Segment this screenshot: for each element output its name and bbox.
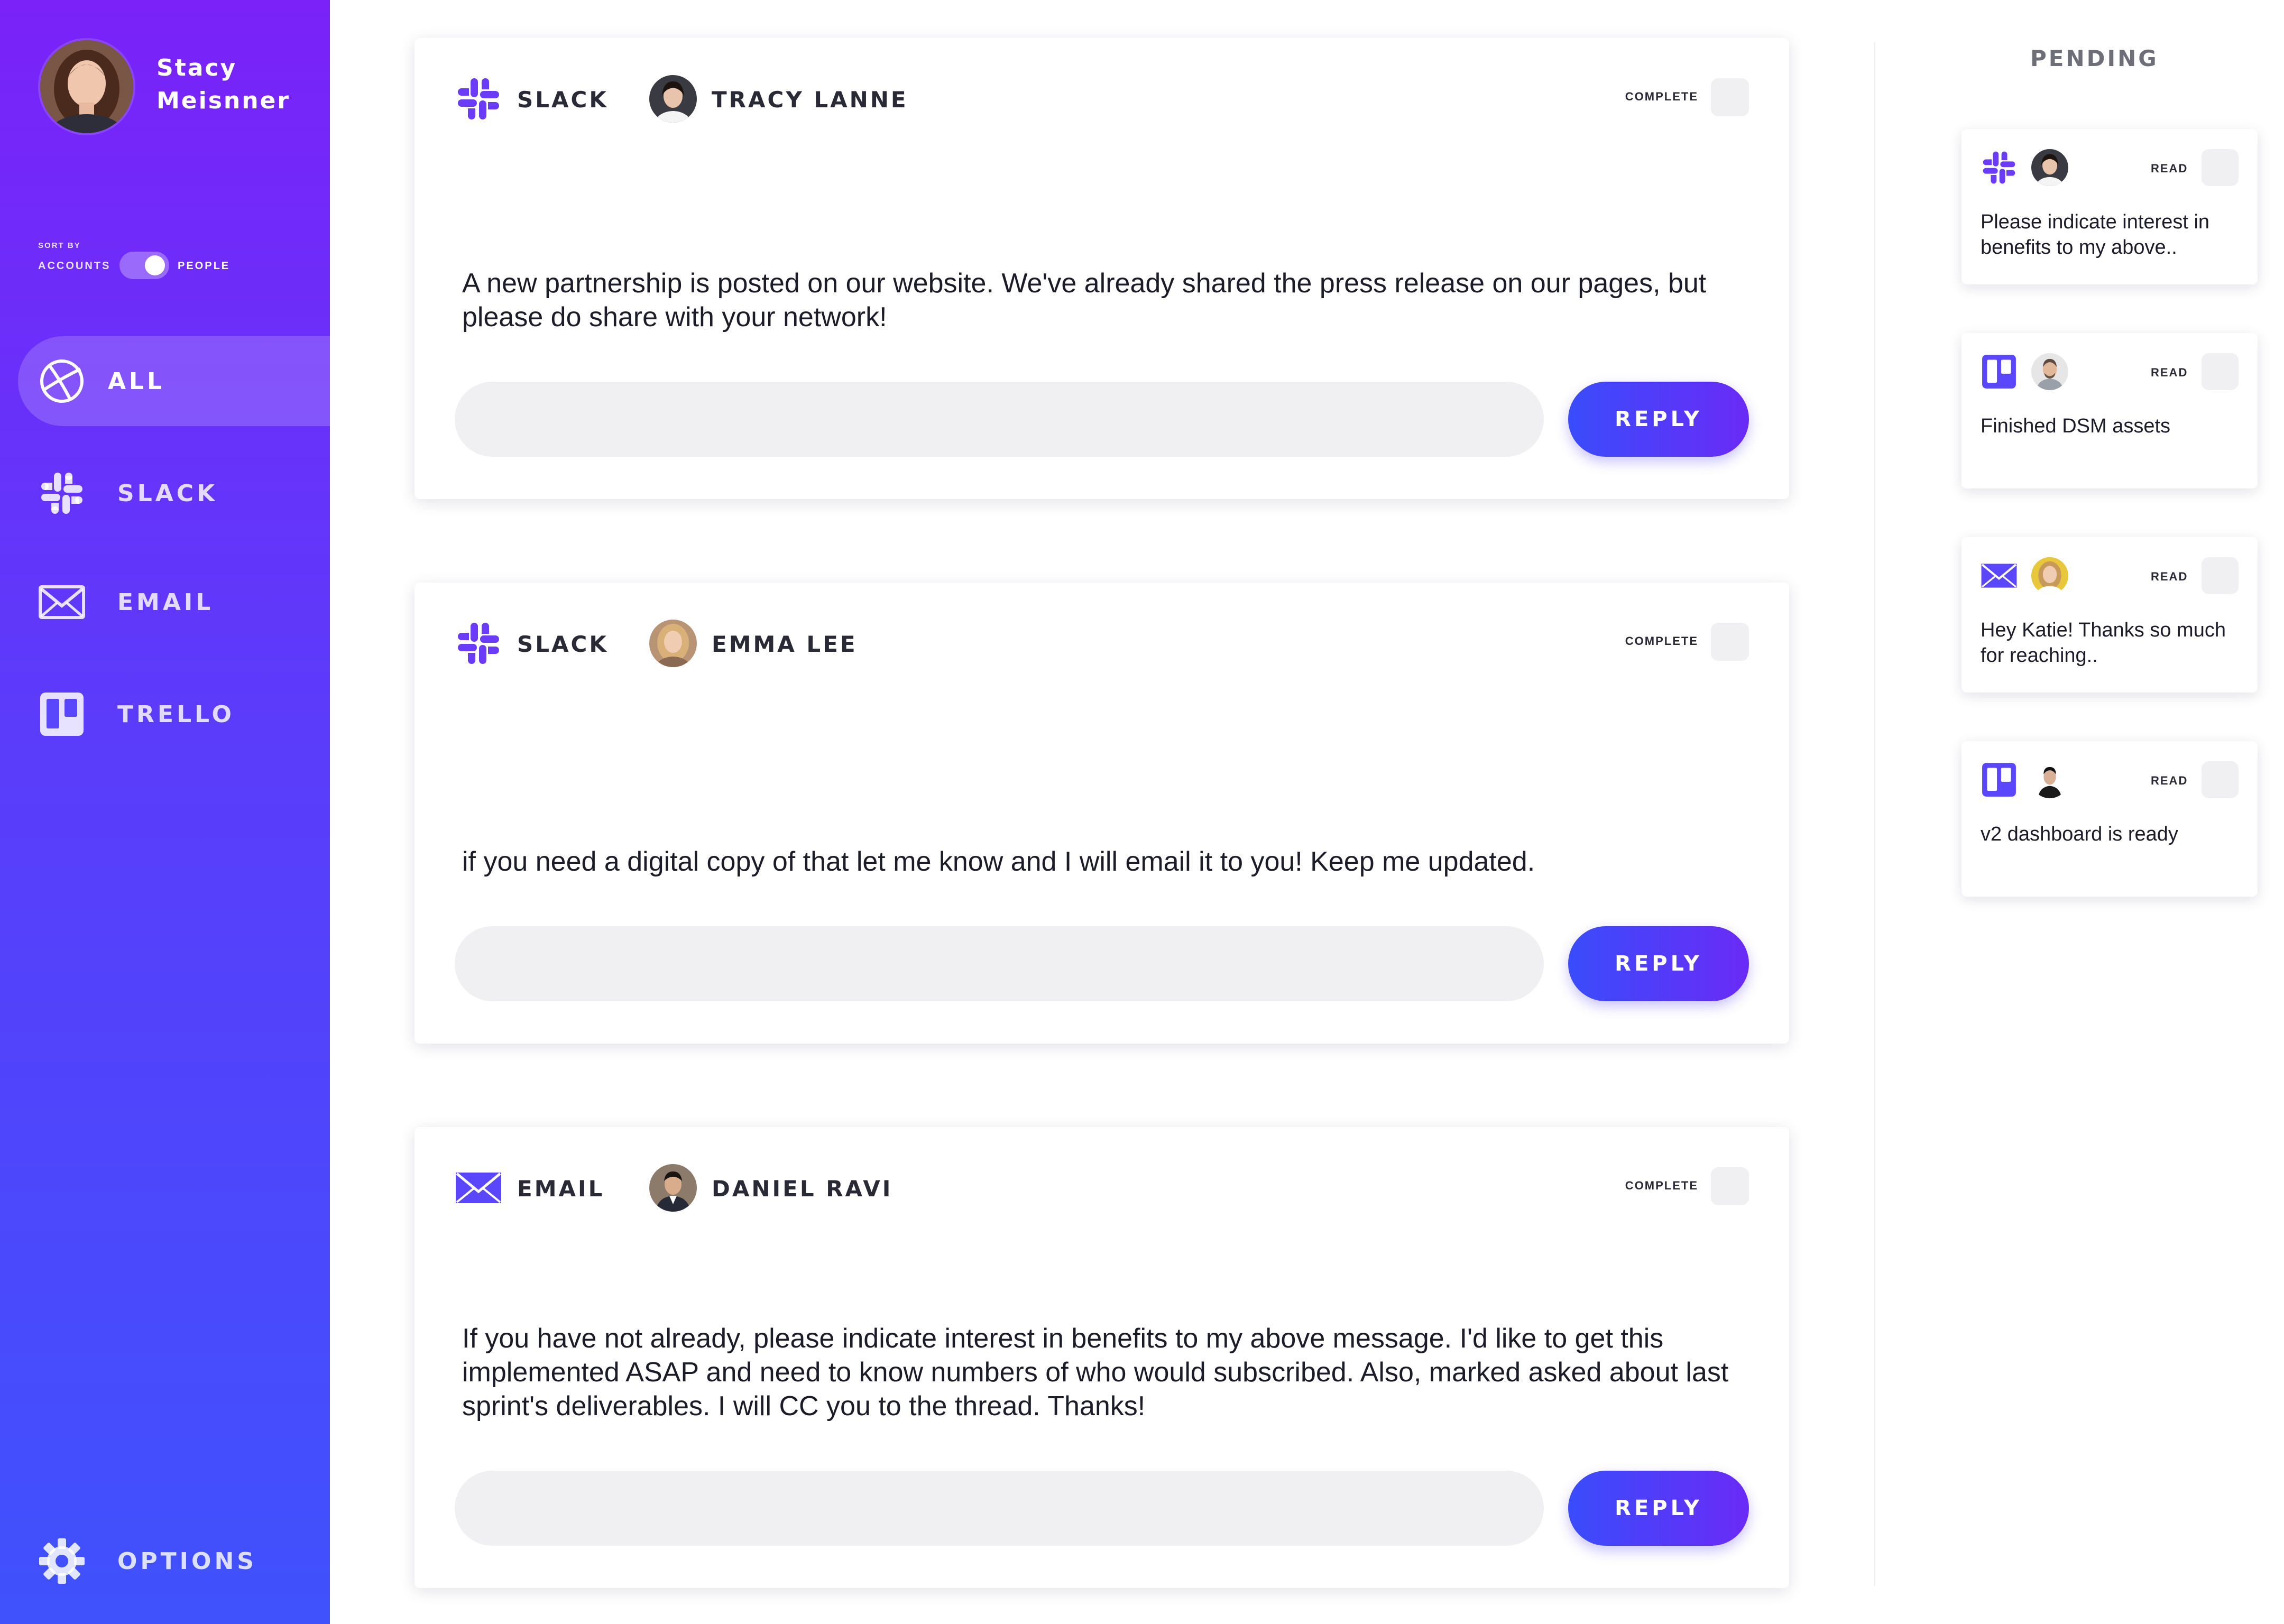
read-checkbox[interactable] bbox=[2202, 761, 2239, 798]
sender-avatar[interactable] bbox=[649, 1164, 697, 1212]
nav-item-trello[interactable]: TRELLO bbox=[18, 669, 330, 759]
reply-input[interactable] bbox=[455, 1471, 1544, 1546]
gear-icon bbox=[39, 1538, 85, 1584]
read-label: READ bbox=[2151, 366, 2188, 379]
complete-checkbox[interactable] bbox=[1711, 1167, 1749, 1205]
reply-button[interactable]: REPLY bbox=[1568, 382, 1749, 457]
man-avatar-icon bbox=[649, 1164, 697, 1212]
pending-card[interactable]: READ Finished DSM assets bbox=[1961, 333, 2258, 488]
woman-avatar-icon bbox=[2031, 557, 2068, 594]
profile-name: Stacy Meisnner bbox=[156, 54, 291, 114]
reply-input[interactable] bbox=[455, 382, 1544, 457]
pending-title: PENDING bbox=[2030, 45, 2159, 71]
nav-item-slack[interactable]: SLACK bbox=[18, 448, 330, 538]
sender-name: TRACY LANNE bbox=[712, 87, 908, 113]
woman-avatar-icon bbox=[40, 40, 133, 133]
pending-text: Please indicate interest in benefits to … bbox=[1981, 211, 2210, 259]
slack-icon bbox=[458, 623, 499, 664]
pending-card[interactable]: READ Please indicate interest in benefit… bbox=[1961, 129, 2258, 284]
message-card: SLACK EMMA LEE COMPLETE if you need a di… bbox=[415, 583, 1789, 1044]
sender-name: DANIEL RAVI bbox=[712, 1176, 893, 1202]
complete-label: COMPLETE bbox=[1625, 1179, 1698, 1192]
sort-toggle[interactable] bbox=[119, 252, 169, 279]
slack-icon bbox=[1983, 151, 2015, 184]
source-label: SLACK bbox=[517, 631, 609, 657]
sender-avatar[interactable] bbox=[649, 620, 697, 667]
complete-label: COMPLETE bbox=[1625, 634, 1698, 648]
sender-avatar bbox=[2031, 353, 2068, 390]
woman-avatar-icon bbox=[649, 75, 697, 123]
pending-divider bbox=[1874, 42, 1875, 1586]
envelope-icon bbox=[1981, 564, 2017, 588]
all-circle-icon bbox=[40, 359, 84, 403]
profile-avatar[interactable] bbox=[40, 40, 133, 133]
toggle-knob bbox=[145, 255, 165, 275]
sort-option-people[interactable]: PEOPLE bbox=[178, 260, 230, 272]
pending-text: Hey Katie! Thanks so much for reaching.. bbox=[1981, 619, 2226, 667]
sender-avatar[interactable] bbox=[649, 75, 697, 123]
woman-avatar-icon bbox=[2031, 149, 2068, 186]
read-label: READ bbox=[2151, 774, 2188, 787]
slack-icon bbox=[458, 78, 499, 119]
trello-icon bbox=[40, 693, 84, 736]
complete-label: COMPLETE bbox=[1625, 90, 1698, 103]
message-text: If you have not already, please indicate… bbox=[462, 1323, 1729, 1422]
slack-icon bbox=[41, 473, 82, 514]
woman-avatar-icon bbox=[649, 620, 697, 667]
reply-input[interactable] bbox=[455, 926, 1544, 1001]
message-card: SLACK TRACY LANNE COMPLETE A new partner… bbox=[415, 38, 1789, 499]
sidebar: Stacy Meisnner SORT BY ACCOUNTS PEOPLE A… bbox=[0, 0, 330, 1624]
nav-label-all: ALL bbox=[108, 367, 165, 395]
envelope-icon bbox=[456, 1173, 501, 1203]
trello-icon bbox=[1982, 763, 2016, 797]
nav-item-options[interactable]: OPTIONS bbox=[18, 1516, 330, 1606]
message-card: EMAIL DANIEL RAVI COMPLETE If you have n… bbox=[415, 1127, 1789, 1588]
nav-item-all[interactable]: ALL bbox=[18, 336, 330, 426]
nav-label-slack: SLACK bbox=[117, 479, 218, 507]
message-text: if you need a digital copy of that let m… bbox=[462, 846, 1535, 877]
man-avatar-icon bbox=[2031, 353, 2068, 390]
envelope-icon bbox=[39, 585, 85, 619]
reply-button[interactable]: REPLY bbox=[1568, 1471, 1749, 1546]
sender-avatar bbox=[2031, 761, 2068, 798]
message-text: A new partnership is posted on our websi… bbox=[462, 268, 1707, 333]
read-label: READ bbox=[2151, 570, 2188, 583]
nav-label-email: EMAIL bbox=[117, 588, 214, 616]
pending-card[interactable]: READ v2 dashboard is ready bbox=[1961, 741, 2258, 897]
pending-text: v2 dashboard is ready bbox=[1981, 823, 2178, 845]
pending-text: Finished DSM assets bbox=[1981, 415, 2171, 437]
man-avatar-icon bbox=[2031, 761, 2068, 798]
sort-option-accounts[interactable]: ACCOUNTS bbox=[38, 260, 110, 272]
source-label: EMAIL bbox=[517, 1176, 605, 1202]
sort-caption: SORT BY bbox=[38, 241, 81, 250]
read-label: READ bbox=[2151, 162, 2188, 175]
complete-checkbox[interactable] bbox=[1711, 78, 1749, 116]
nav-label-options: OPTIONS bbox=[117, 1547, 257, 1575]
sender-avatar bbox=[2031, 557, 2068, 594]
read-checkbox[interactable] bbox=[2202, 149, 2239, 186]
sender-avatar bbox=[2031, 149, 2068, 186]
source-label: SLACK bbox=[517, 87, 609, 113]
complete-checkbox[interactable] bbox=[1711, 623, 1749, 661]
nav-item-email[interactable]: EMAIL bbox=[18, 557, 330, 647]
trello-icon bbox=[1982, 355, 2016, 389]
sender-name: EMMA LEE bbox=[712, 631, 858, 657]
read-checkbox[interactable] bbox=[2202, 353, 2239, 390]
pending-card[interactable]: READ Hey Katie! Thanks so much for reach… bbox=[1961, 537, 2258, 693]
read-checkbox[interactable] bbox=[2202, 557, 2239, 594]
reply-button[interactable]: REPLY bbox=[1568, 926, 1749, 1001]
nav-label-trello: TRELLO bbox=[117, 700, 235, 728]
